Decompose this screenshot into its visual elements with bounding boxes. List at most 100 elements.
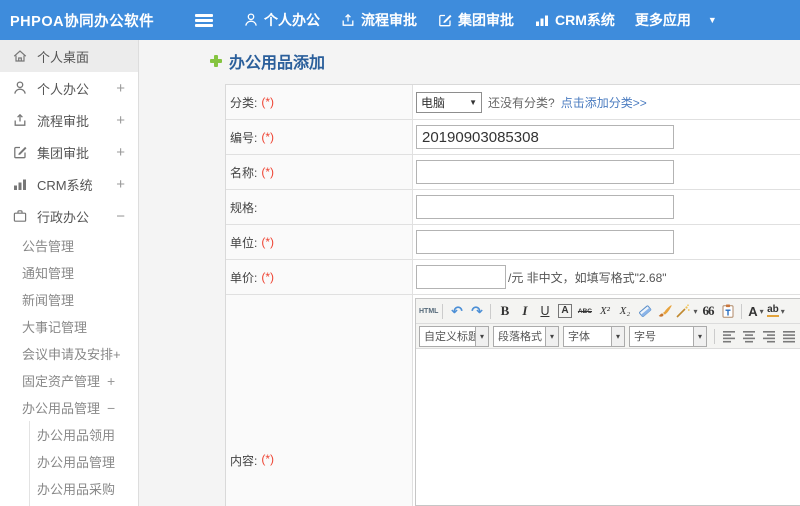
sidebar-item-notice-mgmt[interactable]: 通知管理 (0, 259, 138, 286)
nav-personal-office[interactable]: 个人办公 (243, 10, 320, 30)
blockquote-button[interactable]: 66 (698, 301, 717, 321)
nav-more-apps[interactable]: 更多应用 ▼ (635, 10, 717, 30)
caret-down-icon: ▼ (707, 14, 717, 25)
expand-plus-icon[interactable]: + (107, 373, 115, 389)
sidebar-item-crm[interactable]: CRM系统 + (0, 168, 138, 200)
required-mark: (*) (261, 95, 275, 109)
quick-format-dropdown[interactable]: ▾ (675, 301, 697, 321)
hamburger-icon[interactable] (195, 13, 213, 27)
nav-label: 更多应用 (634, 12, 691, 28)
align-right-icon (762, 330, 775, 342)
expand-plus-icon[interactable]: + (116, 176, 125, 193)
sidebar-item-supplies-manage[interactable]: 办公用品管理 (30, 448, 138, 475)
collapse-minus-icon[interactable]: − (107, 400, 115, 416)
align-right-button[interactable] (759, 326, 778, 346)
top-nav: 个人办公 流程审批 集团审批 CRM系统 更多应用 ▼ (243, 10, 717, 30)
field-value-cell: 电脑 ▼ 还没有分类? 点击添加分类>> (413, 85, 800, 119)
subscript-button[interactable]: X₂ (615, 301, 634, 321)
redo-button[interactable]: ↷ (467, 301, 486, 321)
sidebar-item-memorabilia-mgmt[interactable]: 大事记管理 (0, 313, 138, 340)
nav-label: CRM系统 (555, 12, 615, 28)
sidebar-item-label: CRM系统 (37, 177, 93, 193)
field-label-cell: 规格: (226, 190, 413, 224)
name-input[interactable] (416, 160, 674, 184)
undo-button[interactable]: ↶ (447, 301, 466, 321)
required-mark: (*) (261, 270, 275, 284)
spec-input[interactable] (416, 195, 674, 219)
supplies-add-form: 分类: (*) 电脑 ▼ 还没有分类? 点击添加分类>> 编号: (*) 201… (225, 84, 800, 506)
add-category-link[interactable]: 点击添加分类>> (561, 94, 647, 111)
sidebar-item-meeting-mgmt[interactable]: 会议申请及安排+ (0, 340, 138, 367)
unit-input[interactable] (416, 230, 674, 254)
paragraph-format-select[interactable]: 段落格式 ▾ (493, 325, 559, 347)
format-brush-button[interactable] (655, 301, 674, 321)
font-style-button[interactable]: A (555, 301, 574, 321)
underline-button[interactable]: U (535, 301, 554, 321)
edit-icon (437, 12, 453, 28)
nav-crm-system[interactable]: CRM系统 (534, 10, 615, 30)
code-input[interactable] (416, 125, 674, 149)
html-source-button[interactable]: HTML (419, 301, 438, 321)
font-family-select[interactable]: 字体 ▾ (563, 325, 625, 347)
field-label-cell: 单价: (*) (226, 260, 413, 294)
paste-text-button[interactable] (718, 301, 737, 321)
caret-small-icon: ▾ (759, 306, 764, 316)
nav-group-approval[interactable]: 集团审批 (437, 10, 514, 30)
sidebar-item-supplies-receive[interactable]: 办公用品领用 (30, 421, 138, 448)
required-mark: (*) (261, 130, 275, 144)
field-label-cell: 单位: (*) (226, 225, 413, 259)
highlight-color-dropdown[interactable]: ab ▾ (766, 301, 785, 321)
sidebar-item-label: 个人办公 (37, 81, 90, 97)
briefcase-icon (12, 208, 28, 224)
caret-small-icon: ▾ (693, 306, 698, 316)
field-label: 规格: (230, 200, 258, 215)
font-size-select[interactable]: 字号 ▾ (629, 325, 707, 347)
strikethrough-button[interactable]: ABC (575, 301, 594, 321)
nav-label: 集团审批 (458, 12, 514, 28)
font-color-icon: A (748, 303, 758, 319)
caret-small-icon: ▾ (545, 326, 558, 346)
sidebar-item-fixed-assets-mgmt[interactable]: 固定资产管理 + (0, 367, 138, 394)
field-value-cell (413, 120, 800, 154)
nav-flow-approval[interactable]: 流程审批 (340, 10, 417, 30)
sidebar-item-admin-office[interactable]: 行政办公 − (0, 200, 138, 232)
select-value: 字体 (568, 331, 590, 343)
align-center-button[interactable] (739, 326, 758, 346)
expand-plus-icon[interactable]: + (116, 112, 125, 129)
select-value: 字号 (634, 331, 656, 343)
person-icon (243, 12, 259, 28)
sidebar-item-label: 办公用品管理 (22, 401, 101, 416)
required-mark: (*) (261, 452, 275, 466)
expand-plus-icon[interactable]: + (116, 80, 125, 97)
sidebar-item-flow-approval[interactable]: 流程审批 + (0, 104, 138, 136)
category-select[interactable]: 电脑 ▼ (416, 91, 482, 113)
price-input[interactable] (416, 265, 506, 289)
align-left-icon (722, 330, 735, 342)
highlight-icon: ab (767, 304, 779, 317)
bold-button[interactable]: B (495, 301, 514, 321)
page-title: 办公用品添加 (210, 49, 325, 73)
custom-heading-select[interactable]: 自定义标题 ▾ (419, 325, 489, 347)
italic-button[interactable]: I (515, 301, 534, 321)
required-mark: (*) (261, 235, 275, 249)
editor-toolbar-row2: 自定义标题 ▾ 段落格式 ▾ 字体 ▾ 字号 ▾ (416, 324, 800, 349)
font-color-dropdown[interactable]: A ▾ (746, 301, 765, 321)
sidebar-item-news-mgmt[interactable]: 新闻管理 (0, 286, 138, 313)
sidebar-item-office-supplies-mgmt[interactable]: 办公用品管理 − (0, 394, 138, 421)
sidebar-item-group-approval[interactable]: 集团审批 + (0, 136, 138, 168)
sidebar-item-supplies-purchase[interactable]: 办公用品采购 (30, 475, 138, 502)
eraser-button[interactable] (635, 301, 654, 321)
editor-content-area[interactable] (416, 349, 800, 505)
form-row-code: 编号: (*) (226, 120, 800, 155)
sidebar-item-announcement-mgmt[interactable]: 公告管理 (0, 232, 138, 259)
sidebar-item-personal-office[interactable]: 个人办公 + (0, 72, 138, 104)
field-value-cell: HTML ↶ ↷ B I U A ABC X² X₂ ▾ 66 A ▾ ab ▾… (413, 295, 800, 506)
toolbar-separator (741, 303, 743, 319)
collapse-minus-icon[interactable]: − (116, 208, 125, 225)
sidebar-item-label: 办公用品领用 (37, 428, 116, 443)
align-left-button[interactable] (719, 326, 738, 346)
align-justify-button[interactable] (779, 326, 798, 346)
sidebar-item-personal-desktop[interactable]: 个人桌面 (0, 40, 138, 72)
superscript-button[interactable]: X² (595, 301, 614, 321)
expand-plus-icon[interactable]: + (116, 144, 125, 161)
